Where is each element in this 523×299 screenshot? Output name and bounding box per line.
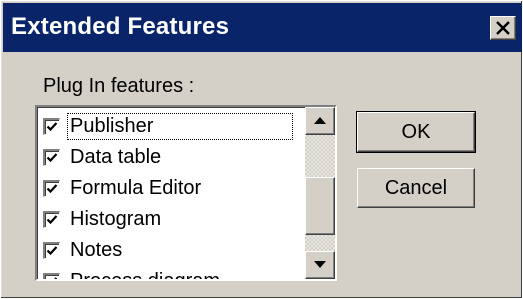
cancel-button[interactable]: Cancel: [357, 168, 475, 208]
extended-features-dialog: Extended Features Plug In features : Pub…: [0, 0, 523, 299]
list-item-histogram[interactable]: Histogram: [41, 204, 303, 235]
checkmark-icon: [46, 184, 58, 194]
list-item-publisher[interactable]: Publisher: [41, 111, 303, 142]
process-diagram-checkbox[interactable]: [43, 273, 60, 279]
feature-label: Formula Editor: [70, 177, 202, 199]
checkmark-icon: [54, 277, 58, 279]
scroll-thumb[interactable]: [305, 177, 335, 235]
scroll-up-button[interactable]: [305, 107, 335, 135]
checkmark-icon: [46, 215, 58, 225]
publisher-checkbox[interactable]: [43, 118, 60, 135]
feature-items: Publisher Data table Formula Editor Hist…: [41, 111, 303, 281]
plugin-features-list[interactable]: Publisher Data table Formula Editor Hist…: [35, 105, 337, 281]
formula-editor-checkbox[interactable]: [43, 180, 60, 197]
data-table-checkbox[interactable]: [43, 149, 60, 166]
feature-label: Publisher: [67, 113, 293, 140]
list-item-data-table[interactable]: Data table: [41, 142, 303, 173]
notes-checkbox[interactable]: [43, 242, 60, 259]
checkmark-icon: [46, 153, 58, 163]
feature-label: Histogram: [70, 208, 162, 230]
checkmark-icon: [46, 246, 58, 256]
plugin-features-label: Plug In features :: [43, 75, 195, 97]
checkmark-icon: [46, 122, 58, 132]
close-button[interactable]: [490, 16, 516, 40]
feature-label: Process diagram: [70, 270, 221, 281]
feature-label: Data table: [70, 146, 162, 168]
list-item-formula-editor[interactable]: Formula Editor: [41, 173, 303, 204]
list-item-process-diagram[interactable]: Process diagram: [41, 266, 303, 281]
list-item-notes[interactable]: Notes: [41, 235, 303, 266]
arrow-down-icon: [314, 261, 326, 268]
window-title: Extended Features: [11, 13, 230, 40]
ok-button[interactable]: OK: [356, 111, 476, 153]
arrow-up-icon: [314, 117, 326, 124]
vertical-scrollbar[interactable]: [305, 107, 335, 279]
scroll-down-button[interactable]: [305, 251, 335, 279]
feature-label: Notes: [70, 239, 123, 261]
histogram-checkbox[interactable]: [43, 211, 60, 228]
title-bar[interactable]: Extended Features: [3, 3, 522, 52]
